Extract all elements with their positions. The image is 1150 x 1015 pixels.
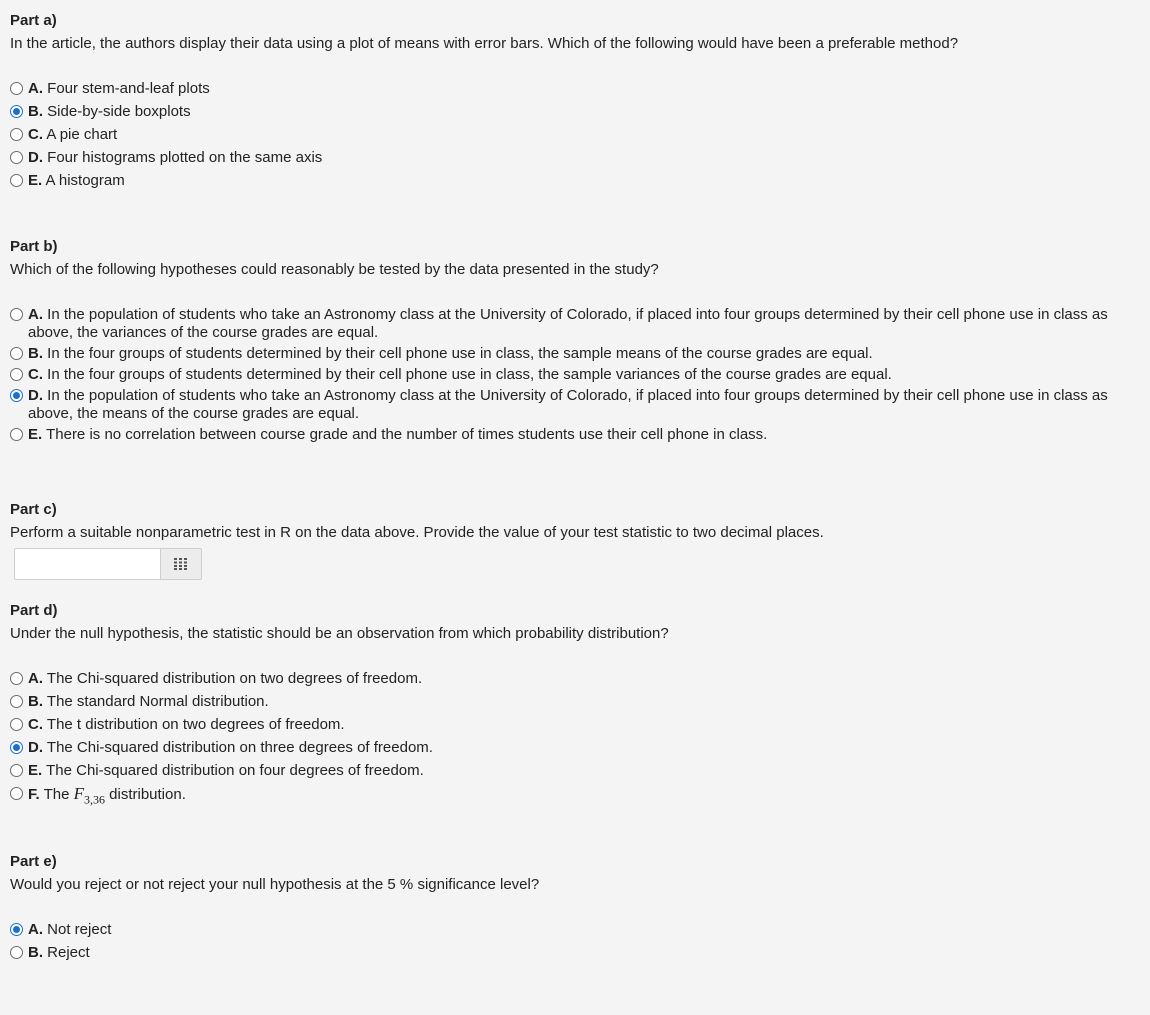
part-d-options: A. The Chi-squared distribution on two d…: [10, 670, 1145, 808]
option-text: In the population of students who take a…: [28, 387, 1108, 422]
answer-box: [10, 548, 202, 580]
option-text: In the four groups of students determine…: [47, 345, 873, 362]
keypad-button[interactable]: [160, 548, 202, 580]
part-b-question: Which of the following hypotheses could …: [10, 261, 659, 278]
option-letter: C.: [28, 716, 43, 733]
answer-input[interactable]: [14, 548, 160, 580]
option-letter: A.: [28, 921, 43, 938]
part-a-question: In the article, the authors display thei…: [10, 35, 959, 52]
option-letter: E.: [28, 426, 43, 443]
part-b-option-b[interactable]: B. In the four groups of students determ…: [10, 345, 1145, 363]
radio-button[interactable]: [10, 787, 23, 800]
option-letter: D.: [28, 149, 43, 166]
option-letter: A.: [28, 80, 43, 97]
f-distribution-symbol: F3,36: [73, 784, 105, 807]
option-letter: D.: [28, 387, 43, 404]
option-text: The t distribution on two degrees of fre…: [46, 716, 345, 733]
part-b-section: Part b) Which of the following hypothese…: [10, 238, 1145, 447]
radio-button[interactable]: [10, 347, 23, 360]
option-text: Not reject: [47, 921, 112, 938]
radio-button[interactable]: [10, 672, 23, 685]
radio-button[interactable]: [10, 128, 23, 141]
math-symbol: F: [73, 784, 84, 803]
part-c-section: Part c) Perform a suitable nonparametric…: [10, 501, 1145, 580]
radio-button[interactable]: [10, 695, 23, 708]
option-letter: A.: [28, 306, 43, 323]
option-letter: B.: [28, 345, 43, 362]
part-e-question: Would you reject or not reject your null…: [10, 876, 540, 893]
radio-button[interactable]: [10, 764, 23, 777]
option-text: The standard Normal distribution.: [46, 693, 269, 710]
option-letter: C.: [28, 126, 43, 143]
option-letter: B.: [28, 944, 43, 961]
option-text: Side-by-side boxplots: [47, 103, 191, 120]
option-letter: B.: [28, 103, 43, 120]
math-subscript: 3,36: [83, 792, 105, 807]
option-letter: A.: [28, 670, 43, 687]
part-a-option-a[interactable]: A. Four stem-and-leaf plots: [10, 80, 1145, 98]
option-text: Four histograms plotted on the same axis: [47, 149, 323, 166]
option-text: The Chi-squared distribution on three de…: [46, 739, 433, 756]
part-d-option-c[interactable]: C. The t distribution on two degrees of …: [10, 716, 1145, 734]
part-e-option-b[interactable]: B. Reject: [10, 944, 1145, 962]
part-b-option-e[interactable]: E. There is no correlation between cours…: [10, 426, 1145, 444]
part-d-title: Part d): [10, 602, 58, 619]
option-letter: E.: [28, 762, 43, 779]
option-text: The Chi-squared distribution on two degr…: [46, 670, 423, 687]
radio-button[interactable]: [10, 151, 23, 164]
option-letter: C.: [28, 366, 43, 383]
part-e-section: Part e) Would you reject or not reject y…: [10, 853, 1145, 967]
part-e-options: A. Not reject B. Reject: [10, 921, 1145, 962]
part-d-option-a[interactable]: A. The Chi-squared distribution on two d…: [10, 670, 1145, 688]
option-text: Four stem-and-leaf plots: [47, 80, 210, 97]
part-e-title: Part e): [10, 853, 57, 870]
part-b-title: Part b): [10, 238, 58, 255]
part-d-question: Under the null hypothesis, the statistic…: [10, 625, 669, 642]
part-b-option-d[interactable]: D. In the population of students who tak…: [10, 387, 1145, 423]
radio-button[interactable]: [10, 174, 23, 187]
radio-button[interactable]: [10, 428, 23, 441]
part-a-option-c[interactable]: C. A pie chart: [10, 126, 1145, 144]
part-a-option-d[interactable]: D. Four histograms plotted on the same a…: [10, 149, 1145, 167]
part-b-option-a[interactable]: A. In the population of students who tak…: [10, 306, 1145, 342]
part-c-title: Part c): [10, 501, 57, 518]
radio-button[interactable]: [10, 105, 23, 118]
part-e-option-a[interactable]: A. Not reject: [10, 921, 1145, 939]
option-letter: D.: [28, 739, 43, 756]
option-text: A histogram: [45, 172, 125, 189]
part-b-option-c[interactable]: C. In the four groups of students determ…: [10, 366, 1145, 384]
part-b-options: A. In the population of students who tak…: [10, 306, 1145, 444]
option-letter: F.: [28, 786, 40, 803]
option-letter: B.: [28, 693, 43, 710]
part-a-section: Part a) In the article, the authors disp…: [10, 12, 1145, 195]
radio-button[interactable]: [10, 946, 23, 959]
option-text: In the population of students who take a…: [28, 306, 1108, 341]
part-d-option-b[interactable]: B. The standard Normal distribution.: [10, 693, 1145, 711]
part-d-section: Part d) Under the null hypothesis, the s…: [10, 602, 1145, 813]
option-letter: E.: [28, 172, 43, 189]
part-d-option-d[interactable]: D. The Chi-squared distribution on three…: [10, 739, 1145, 757]
option-text: Reject: [47, 944, 90, 961]
option-text: There is no correlation between course g…: [46, 426, 768, 443]
option-text: In the four groups of students determine…: [47, 366, 892, 383]
part-a-option-e[interactable]: E. A histogram: [10, 172, 1145, 190]
option-text-suffix: distribution.: [104, 786, 186, 803]
radio-button[interactable]: [10, 718, 23, 731]
part-d-option-f[interactable]: F. The F3,36 distribution.: [10, 785, 1145, 808]
option-text: The Chi-squared distribution on four deg…: [46, 762, 424, 779]
radio-button[interactable]: [10, 389, 23, 402]
part-a-option-b[interactable]: B. Side-by-side boxplots: [10, 103, 1145, 121]
part-c-question: Perform a suitable nonparametric test in…: [10, 524, 824, 541]
radio-button[interactable]: [10, 368, 23, 381]
part-d-option-e[interactable]: E. The Chi-squared distribution on four …: [10, 762, 1145, 780]
radio-button[interactable]: [10, 923, 23, 936]
radio-button[interactable]: [10, 308, 23, 321]
radio-button[interactable]: [10, 741, 23, 754]
part-a-title: Part a): [10, 12, 57, 29]
option-text: A pie chart: [46, 126, 118, 143]
option-text-prefix: The: [43, 786, 74, 803]
radio-button[interactable]: [10, 82, 23, 95]
keypad-grid-icon: [174, 558, 187, 570]
part-a-options: A. Four stem-and-leaf plots B. Side-by-s…: [10, 80, 1145, 190]
